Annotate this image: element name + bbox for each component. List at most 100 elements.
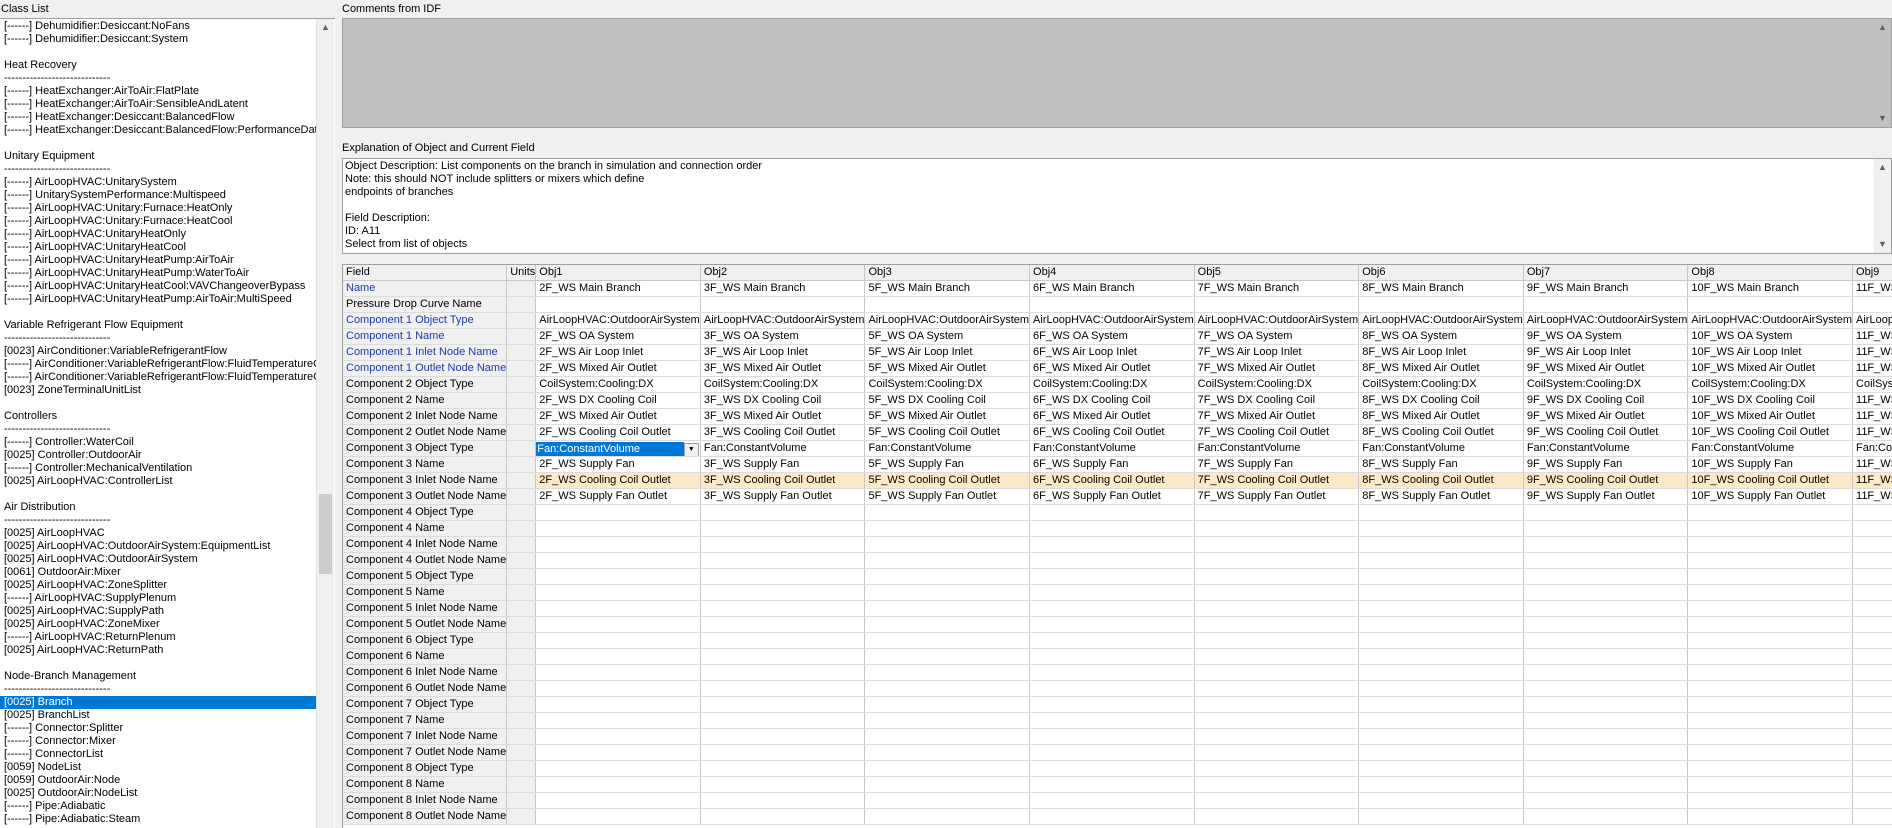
value-cell[interactable]: [700, 536, 866, 553]
value-cell[interactable]: [1194, 504, 1360, 521]
field-name-cell[interactable]: Component 5 Name: [343, 584, 508, 601]
value-cell[interactable]: Fan:ConstantVolume: [1852, 440, 1892, 457]
class-list-item[interactable]: [0025] AirLoopHVAC:ZoneMixer: [4, 618, 316, 631]
value-cell[interactable]: [700, 568, 866, 585]
value-cell[interactable]: 10F_WS OA System: [1687, 328, 1854, 345]
value-cell[interactable]: [700, 600, 866, 617]
value-cell[interactable]: 2F_WS Supply Fan Outlet: [535, 488, 701, 505]
value-cell[interactable]: 11F_WS OA System: [1852, 328, 1892, 345]
value-cell[interactable]: [1687, 792, 1854, 809]
class-list-item[interactable]: [0025] AirLoopHVAC:OutdoorAirSystem: [4, 553, 316, 566]
value-cell[interactable]: [1029, 632, 1195, 649]
value-cell[interactable]: [700, 712, 866, 729]
value-cell[interactable]: [535, 616, 701, 633]
value-cell[interactable]: [1852, 696, 1892, 713]
value-cell[interactable]: 3F_WS Mixed Air Outlet: [700, 360, 866, 377]
value-cell[interactable]: 9F_WS Supply Fan Outlet: [1523, 488, 1689, 505]
value-cell[interactable]: [1358, 760, 1524, 777]
field-name-cell[interactable]: Component 1 Outlet Node Name: [343, 360, 508, 377]
value-cell[interactable]: 11F_WS Cooling Coil Outlet: [1852, 472, 1892, 489]
value-cell[interactable]: 2F_WS Supply Fan: [535, 456, 701, 473]
scroll-up-arrow-icon[interactable]: ▲: [1874, 19, 1891, 36]
value-cell[interactable]: [1194, 744, 1360, 761]
class-list-item[interactable]: [------] AirLoopHVAC:ReturnPlenum: [4, 631, 316, 644]
value-cell[interactable]: [864, 600, 1031, 617]
value-cell[interactable]: 8F_WS Supply Fan: [1358, 456, 1524, 473]
value-cell[interactable]: [1852, 568, 1892, 585]
value-cell[interactable]: [1687, 664, 1854, 681]
class-list-item[interactable]: [------] AirConditioner:VariableRefriger…: [4, 371, 316, 384]
value-cell[interactable]: 2F_WS Mixed Air Outlet: [535, 408, 701, 425]
class-list-item[interactable]: [0025] AirLoopHVAC: [4, 527, 316, 540]
explanation-scrollbar[interactable]: ▲ ▼: [1874, 159, 1891, 253]
field-name-cell[interactable]: Component 5 Inlet Node Name: [343, 600, 508, 617]
scroll-up-arrow-icon[interactable]: ▲: [1874, 159, 1891, 176]
value-cell[interactable]: CoilSystem:Cooling:DX: [1029, 376, 1195, 393]
value-cell[interactable]: [535, 808, 701, 825]
value-cell[interactable]: [1029, 616, 1195, 633]
value-cell[interactable]: [864, 792, 1031, 809]
value-cell[interactable]: [1358, 584, 1524, 601]
field-name-cell[interactable]: Component 4 Outlet Node Name: [343, 552, 508, 569]
class-list-item[interactable]: [0025] OutdoorAir:NodeList: [4, 787, 316, 800]
field-name-cell[interactable]: Component 4 Name: [343, 520, 508, 537]
value-cell[interactable]: Fan:ConstantVolume: [1029, 440, 1195, 457]
value-cell[interactable]: [1523, 776, 1689, 793]
value-cell[interactable]: [1194, 776, 1360, 793]
value-cell[interactable]: [700, 616, 866, 633]
value-cell[interactable]: 2F_WS Cooling Coil Outlet: [535, 472, 701, 489]
value-cell[interactable]: [535, 648, 701, 665]
value-cell[interactable]: [1523, 744, 1689, 761]
class-list-item[interactable]: [------] AirLoopHVAC:SupplyPlenum: [4, 592, 316, 605]
value-cell[interactable]: [1194, 584, 1360, 601]
value-cell[interactable]: [1852, 744, 1892, 761]
value-cell[interactable]: 8F_WS Cooling Coil Outlet: [1358, 472, 1524, 489]
class-list-item[interactable]: [0025] AirLoopHVAC:OutdoorAirSystem:Equi…: [4, 540, 316, 553]
value-cell[interactable]: CoilSystem:Cooling:DX: [1358, 376, 1524, 393]
value-cell[interactable]: AirLoopHVAC:OutdoorAirSystem: [1029, 312, 1195, 329]
object-column-header[interactable]: Obj8: [1687, 265, 1854, 281]
field-name-cell[interactable]: Component 6 Name: [343, 648, 508, 665]
value-cell[interactable]: 11F_WS Mixed Air Outlet: [1852, 408, 1892, 425]
field-name-cell[interactable]: Component 7 Name: [343, 712, 508, 729]
class-list-item[interactable]: [------] Dehumidifier:Desiccant:NoFans: [4, 20, 316, 33]
value-cell[interactable]: [1029, 648, 1195, 665]
value-cell[interactable]: [700, 744, 866, 761]
value-cell[interactable]: [1687, 536, 1854, 553]
value-cell[interactable]: 3F_WS OA System: [700, 328, 866, 345]
value-cell[interactable]: 10F_WS Cooling Coil Outlet: [1687, 424, 1854, 441]
field-name-cell[interactable]: Component 3 Object Type: [343, 440, 508, 457]
value-cell[interactable]: 9F_WS Cooling Coil Outlet: [1523, 424, 1689, 441]
value-cell[interactable]: [700, 664, 866, 681]
value-cell[interactable]: CoilSystem:Cooling:DX: [1687, 376, 1854, 393]
class-list-item[interactable]: [------] AirConditioner:VariableRefriger…: [4, 358, 316, 371]
value-cell[interactable]: [535, 584, 701, 601]
value-cell[interactable]: [1523, 632, 1689, 649]
value-cell[interactable]: [1029, 600, 1195, 617]
value-cell[interactable]: 11F_WS Mixed Air Outlet: [1852, 360, 1892, 377]
value-cell[interactable]: [535, 296, 701, 313]
value-cell[interactable]: 5F_WS Mixed Air Outlet: [864, 408, 1031, 425]
class-list-item[interactable]: [0061] OutdoorAir:Mixer: [4, 566, 316, 579]
value-cell[interactable]: [1194, 600, 1360, 617]
value-cell[interactable]: [1029, 664, 1195, 681]
value-cell[interactable]: [864, 568, 1031, 585]
value-cell[interactable]: [700, 520, 866, 537]
class-list-item[interactable]: [------] AirLoopHVAC:UnitaryHeatOnly: [4, 228, 316, 241]
field-name-cell[interactable]: Component 4 Object Type: [343, 504, 508, 521]
value-cell[interactable]: [1523, 712, 1689, 729]
value-cell[interactable]: [1687, 504, 1854, 521]
field-name-cell[interactable]: Component 7 Outlet Node Name: [343, 744, 508, 761]
value-cell[interactable]: [1194, 696, 1360, 713]
value-cell[interactable]: [1852, 776, 1892, 793]
value-cell[interactable]: [1523, 584, 1689, 601]
value-cell[interactable]: [1358, 744, 1524, 761]
value-cell[interactable]: [1358, 728, 1524, 745]
value-cell[interactable]: AirLoopHVAC:OutdoorAirSystem: [1358, 312, 1524, 329]
class-list-item[interactable]: [------] AirLoopHVAC:Unitary:Furnace:Hea…: [4, 202, 316, 215]
value-cell[interactable]: [864, 744, 1031, 761]
value-cell[interactable]: 6F_WS Cooling Coil Outlet: [1029, 424, 1195, 441]
value-cell[interactable]: [1194, 760, 1360, 777]
object-grid[interactable]: Field Units Obj1 Obj2 Obj3 Obj4 Obj5 Obj6 Obj7 Ob…: [342, 264, 1892, 828]
field-name-cell[interactable]: Component 2 Outlet Node Name: [343, 424, 508, 441]
